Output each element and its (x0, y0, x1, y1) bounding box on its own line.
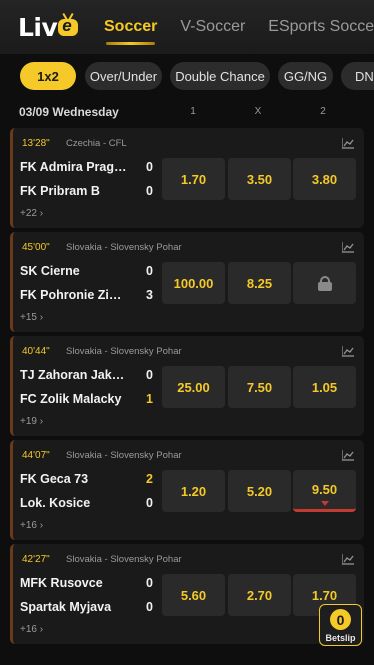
more-markets-count: +15 (20, 312, 37, 323)
away-team: FK Pribram B (20, 184, 100, 198)
odd-button-home[interactable]: 25.00 (162, 366, 225, 408)
home-team: SK Cierne (20, 264, 80, 278)
more-markets-count: +16 (20, 624, 37, 635)
tv-icon: e (58, 12, 79, 38)
chevron-right-icon: › (39, 208, 44, 219)
top-header: Liv e Soccer V-Soccer ESports Soccer (0, 0, 374, 54)
market-pill-over-under[interactable]: Over/Under (85, 62, 162, 90)
odd-button-home[interactable]: 100.00 (162, 262, 225, 304)
chevron-right-icon: › (39, 312, 44, 323)
home-score: 0 (146, 368, 153, 382)
away-score: 3 (146, 288, 153, 302)
home-score: 0 (146, 264, 153, 278)
match-time: 45'00" (22, 242, 50, 253)
match-card[interactable]: 42'27" Slovakia - Slovensky Pohar MFK Ru… (10, 544, 364, 644)
odd-button-draw[interactable]: 8.25 (228, 262, 291, 304)
home-score: 0 (146, 576, 153, 590)
away-score: 1 (146, 392, 153, 406)
column-header-2: 2 (320, 106, 326, 117)
more-markets-link[interactable]: +19 › (20, 416, 43, 427)
market-filter-bar: 1x2 Over/Under Double Chance GG/NG DN (0, 54, 374, 98)
stats-chart-icon[interactable] (342, 242, 354, 253)
away-score: 0 (146, 600, 153, 614)
odd-button-home[interactable]: 5.60 (162, 574, 225, 616)
league-name: Slovakia - Slovensky Pohar (66, 554, 182, 565)
league-name: Slovakia - Slovensky Pohar (66, 346, 182, 357)
home-team: MFK Rusovce (20, 576, 103, 590)
odd-button-draw[interactable]: 5.20 (228, 470, 291, 512)
away-team: Lok. Kosice (20, 496, 91, 510)
odd-button-away[interactable]: 9.50 (293, 470, 356, 512)
tab-esports-soccer[interactable]: ESports Soccer (268, 0, 374, 54)
tab-soccer[interactable]: Soccer (104, 0, 157, 54)
match-time: 13'28" (22, 138, 50, 149)
home-score: 2 (146, 472, 153, 486)
odd-button-away-locked (293, 262, 356, 304)
stats-chart-icon[interactable] (342, 554, 354, 565)
stats-chart-icon[interactable] (342, 138, 354, 149)
more-markets-link[interactable]: +16 › (20, 624, 43, 635)
odd-button-away[interactable]: 1.05 (293, 366, 356, 408)
date-header-row: 03/09 Wednesday 1 X 2 (0, 100, 374, 124)
more-markets-count: +16 (20, 520, 37, 531)
betslip-button[interactable]: 0 Betslip (319, 604, 362, 646)
betslip-count-badge: 0 (330, 609, 351, 630)
more-markets-link[interactable]: +16 › (20, 520, 43, 531)
stats-chart-icon[interactable] (342, 346, 354, 357)
column-header-1: 1 (190, 106, 196, 117)
chevron-right-icon: › (39, 624, 44, 635)
home-score: 0 (146, 160, 153, 174)
chevron-right-icon: › (39, 416, 44, 427)
home-team: FK Admira Prague (20, 160, 128, 174)
odd-button-away[interactable]: 3.80 (293, 158, 356, 200)
betslip-label: Betslip (325, 633, 356, 643)
market-pill-1x2[interactable]: 1x2 (20, 62, 76, 90)
odd-button-draw[interactable]: 2.70 (228, 574, 291, 616)
match-card[interactable]: 44'07" Slovakia - Slovensky Pohar FK Gec… (10, 440, 364, 540)
logo-e-letter: e (62, 16, 72, 35)
market-pill-gg-ng[interactable]: GG/NG (278, 62, 333, 90)
date-label: 03/09 Wednesday (19, 105, 119, 119)
home-team: FK Geca 73 (20, 472, 89, 486)
odd-value: 9.50 (311, 482, 338, 497)
league-name: Czechia - CFL (66, 138, 127, 149)
logo-text: Liv (18, 12, 58, 42)
chevron-right-icon: › (39, 520, 44, 531)
more-markets-count: +19 (20, 416, 37, 427)
stats-chart-icon[interactable] (342, 450, 354, 461)
away-team: FK Pohronie Ziar nad Hronom (20, 288, 128, 302)
more-markets-link[interactable]: +22 › (20, 208, 43, 219)
live-logo[interactable]: Liv e (18, 10, 79, 44)
sport-tabs: Soccer V-Soccer ESports Soccer (104, 0, 374, 54)
league-name: Slovakia - Slovensky Pohar (66, 450, 182, 461)
tab-v-soccer[interactable]: V-Soccer (180, 0, 245, 54)
match-time: 40'44" (22, 346, 50, 357)
away-team: FC Zolik Malacky (20, 392, 122, 406)
column-header-x: X (254, 106, 262, 117)
away-score: 0 (146, 496, 153, 510)
lock-icon (317, 275, 332, 291)
more-markets-count: +22 (20, 208, 37, 219)
home-team: TJ Zahoran Jakubov (20, 368, 128, 382)
odd-button-draw[interactable]: 3.50 (228, 158, 291, 200)
match-card[interactable]: 40'44" Slovakia - Slovensky Pohar TJ Zah… (10, 336, 364, 436)
odd-button-home[interactable]: 1.70 (162, 158, 225, 200)
match-time: 42'27" (22, 554, 50, 565)
market-pill-draw-no-bet[interactable]: DN (341, 62, 374, 90)
market-pill-double-chance[interactable]: Double Chance (170, 62, 270, 90)
odd-button-draw[interactable]: 7.50 (228, 366, 291, 408)
match-time: 44'07" (22, 450, 50, 461)
match-card[interactable]: 13'28" Czechia - CFL FK Admira Prague FK… (10, 128, 364, 228)
odds-down-arrow-icon (320, 501, 329, 506)
away-team: Spartak Myjava (20, 600, 112, 614)
league-name: Slovakia - Slovensky Pohar (66, 242, 182, 253)
away-score: 0 (146, 184, 153, 198)
odd-button-home[interactable]: 1.20 (162, 470, 225, 512)
match-card[interactable]: 45'00" Slovakia - Slovensky Pohar SK Cie… (10, 232, 364, 332)
more-markets-link[interactable]: +15 › (20, 312, 43, 323)
